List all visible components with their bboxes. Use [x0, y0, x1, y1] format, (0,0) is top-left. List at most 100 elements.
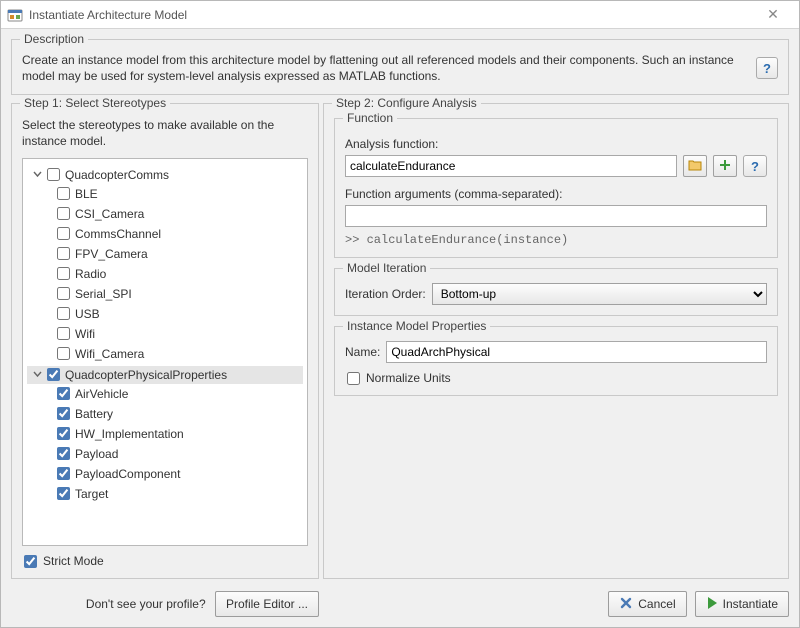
normalize-units-label[interactable]: Normalize Units — [366, 371, 451, 385]
tree-item[interactable]: Radio — [27, 265, 303, 283]
tree-item[interactable]: Serial_SPI — [27, 285, 303, 303]
tree-item-label: FPV_Camera — [75, 247, 148, 261]
tree-item[interactable]: AirVehicle — [27, 385, 303, 403]
help-button[interactable]: ? — [756, 57, 778, 79]
tree-item-checkbox[interactable] — [57, 307, 70, 320]
tree-item-label: USB — [75, 307, 100, 321]
tree-item-label: Payload — [75, 447, 118, 461]
tree-item-checkbox[interactable] — [57, 227, 70, 240]
strict-mode-row: Strict Mode — [22, 554, 308, 568]
function-legend: Function — [343, 111, 397, 125]
tree-item-checkbox[interactable] — [57, 407, 70, 420]
tree-item-checkbox[interactable] — [57, 187, 70, 200]
step2-legend: Step 2: Configure Analysis — [332, 96, 481, 110]
step1-hint: Select the stereotypes to make available… — [22, 118, 308, 149]
step1-select-stereotypes: Step 1: Select Stereotypes Select the st… — [11, 103, 319, 579]
tree-item-checkbox[interactable] — [57, 467, 70, 480]
tree-group-label: QuadcopterPhysicalProperties — [65, 368, 227, 382]
instance-properties-group: Instance Model Properties Name: Normaliz… — [334, 326, 778, 396]
tree-item-checkbox[interactable] — [57, 447, 70, 460]
tree-group-checkbox[interactable] — [47, 368, 60, 381]
chevron-down-icon[interactable] — [31, 169, 43, 181]
tree-item-label: Wifi_Camera — [75, 347, 144, 361]
tree-item-label: HW_Implementation — [75, 427, 184, 441]
steps-container: Step 1: Select Stereotypes Select the st… — [1, 95, 799, 583]
tree-item[interactable]: PayloadComponent — [27, 465, 303, 483]
tree-item-label: PayloadComponent — [75, 467, 180, 481]
instantiate-button[interactable]: Instantiate — [695, 591, 789, 617]
tree-item[interactable]: Wifi — [27, 325, 303, 343]
step2-configure-analysis: Step 2: Configure Analysis Function Anal… — [323, 103, 789, 579]
tree-item-checkbox[interactable] — [57, 327, 70, 340]
tree-item[interactable]: Battery — [27, 405, 303, 423]
profile-editor-button[interactable]: Profile Editor ... — [215, 591, 319, 617]
instance-name-input[interactable] — [386, 341, 767, 363]
profile-prompt: Don't see your profile? — [86, 597, 206, 611]
profile-editor-row: Don't see your profile? Profile Editor .… — [11, 591, 319, 617]
tree-item-label: Wifi — [75, 327, 95, 341]
help-icon: ? — [763, 61, 771, 76]
tree-item-label: Radio — [75, 267, 106, 281]
tree-group-label: QuadcopterComms — [65, 168, 169, 182]
normalize-units-checkbox[interactable] — [347, 372, 360, 385]
function-args-input[interactable] — [345, 205, 767, 227]
cancel-button[interactable]: Cancel — [608, 591, 686, 617]
tree-item-checkbox[interactable] — [57, 487, 70, 500]
step1-legend: Step 1: Select Stereotypes — [20, 96, 170, 110]
tree-group-checkbox[interactable] — [47, 168, 60, 181]
tree-item-label: Serial_SPI — [75, 287, 132, 301]
dialog-footer: Cancel Instantiate — [329, 583, 799, 627]
dialog-window: Instantiate Architecture Model ✕ Descrip… — [0, 0, 800, 628]
tree-item-checkbox[interactable] — [57, 207, 70, 220]
add-function-button[interactable] — [713, 155, 737, 177]
tree-item-checkbox[interactable] — [57, 287, 70, 300]
folder-icon — [688, 159, 702, 174]
tree-item-checkbox[interactable] — [57, 387, 70, 400]
window-title: Instantiate Architecture Model — [29, 8, 753, 22]
tree-item[interactable]: Payload — [27, 445, 303, 463]
tree-item-checkbox[interactable] — [57, 267, 70, 280]
tree-item-checkbox[interactable] — [57, 427, 70, 440]
description-legend: Description — [20, 32, 88, 46]
iteration-order-select[interactable]: Bottom-up — [432, 283, 767, 305]
browse-function-button[interactable] — [683, 155, 707, 177]
tree-group[interactable]: QuadcopterComms — [27, 166, 303, 184]
instance-properties-legend: Instance Model Properties — [343, 319, 490, 333]
tree-item[interactable]: Wifi_Camera — [27, 345, 303, 363]
title-bar: Instantiate Architecture Model ✕ — [1, 1, 799, 29]
tree-item-label: Target — [75, 487, 108, 501]
iteration-order-label: Iteration Order: — [345, 287, 426, 301]
function-group: Function Analysis function: — [334, 118, 778, 258]
chevron-down-icon[interactable] — [31, 369, 43, 381]
tree-group[interactable]: QuadcopterPhysicalProperties — [27, 366, 303, 384]
tree-item[interactable]: HW_Implementation — [27, 425, 303, 443]
tree-item[interactable]: Target — [27, 485, 303, 503]
cancel-icon — [619, 596, 633, 613]
tree-item-label: CommsChannel — [75, 227, 161, 241]
model-iteration-group: Model Iteration Iteration Order: Bottom-… — [334, 268, 778, 316]
stereotype-tree[interactable]: QuadcopterComms BLE CSI_Camera CommsChannel… — [22, 158, 308, 546]
analysis-function-input[interactable] — [345, 155, 677, 177]
tree-item-label: CSI_Camera — [75, 207, 144, 221]
close-icon[interactable]: ✕ — [753, 6, 793, 23]
function-help-button[interactable]: ? — [743, 155, 767, 177]
tree-item[interactable]: BLE — [27, 185, 303, 203]
tree-item[interactable]: CommsChannel — [27, 225, 303, 243]
function-preview: >> calculateEndurance(instance) — [345, 233, 767, 247]
strict-mode-checkbox[interactable] — [24, 555, 37, 568]
plus-icon — [719, 159, 731, 174]
tree-item[interactable]: USB — [27, 305, 303, 323]
function-args-label: Function arguments (comma-separated): — [345, 187, 767, 201]
tree-item-checkbox[interactable] — [57, 247, 70, 260]
model-iteration-legend: Model Iteration — [343, 261, 430, 275]
play-icon — [706, 596, 718, 613]
tree-item-label: BLE — [75, 187, 98, 201]
description-text: Create an instance model from this archi… — [22, 52, 748, 84]
tree-item-label: AirVehicle — [75, 387, 128, 401]
description-group: Description Create an instance model fro… — [11, 39, 789, 95]
analysis-function-label: Analysis function: — [345, 137, 767, 151]
strict-mode-label[interactable]: Strict Mode — [43, 554, 104, 568]
tree-item[interactable]: CSI_Camera — [27, 205, 303, 223]
tree-item-checkbox[interactable] — [57, 347, 70, 360]
tree-item[interactable]: FPV_Camera — [27, 245, 303, 263]
